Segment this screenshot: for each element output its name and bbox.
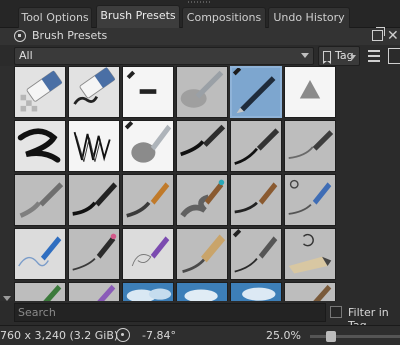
- filter-bar: All Tag: [0, 46, 400, 66]
- pen-texture-icon: [231, 121, 281, 171]
- zoom-value: 25.0%: [266, 329, 301, 342]
- scribble-icon: [69, 121, 119, 171]
- eraser-soft-icon: [69, 67, 119, 117]
- cloud-blue-icon: [177, 283, 227, 301]
- image-dimensions: 760 x 3,240 (3.2 GiB): [0, 329, 119, 342]
- preset-tile-pen-texture[interactable]: [230, 120, 282, 172]
- selected-tag-value: All: [19, 49, 33, 62]
- search-input[interactable]: Search: [14, 303, 326, 322]
- zoom-slider-handle[interactable]: [326, 331, 336, 342]
- brush-edit-icon: [231, 229, 281, 279]
- preset-tile-pencil-wood[interactable]: [176, 228, 228, 280]
- triangle-icon: [285, 67, 335, 117]
- docker-tab-bar: Tool Options Brush Presets Compositions …: [0, 4, 400, 29]
- preset-tile-brush-edit[interactable]: [230, 228, 282, 280]
- preset-tile-marker[interactable]: [14, 120, 66, 172]
- preset-tile-brush-teal[interactable]: [176, 174, 228, 226]
- preset-tile-pen-light[interactable]: [284, 120, 336, 172]
- rotation-icon[interactable]: [116, 328, 130, 342]
- pencil-pink-icon: [69, 229, 119, 279]
- brush-orange-icon: [123, 175, 173, 225]
- preset-tile-pencil-purple[interactable]: [122, 228, 174, 280]
- close-icon[interactable]: ✕: [387, 28, 399, 44]
- chevron-down-icon: [301, 53, 309, 58]
- brush-ink-icon: [231, 175, 281, 225]
- pencil-wood-icon: [177, 229, 227, 279]
- pencil-edit-icon: [123, 67, 173, 117]
- cloud-texture-icon: [123, 283, 173, 301]
- preset-tile-brush-purple[interactable]: [68, 282, 120, 301]
- preset-tile-airbrush-edit[interactable]: [122, 120, 174, 172]
- preset-tile-brush-orange[interactable]: [122, 174, 174, 226]
- tab-label: Tool Options: [21, 11, 89, 24]
- preset-tile-pencil-brown[interactable]: [284, 282, 336, 301]
- eraser-icon: [15, 67, 65, 117]
- docker-title-bar: Brush Presets ✕: [0, 27, 400, 45]
- preset-tile-eraser-soft[interactable]: [68, 66, 120, 118]
- cloud-sky-icon: [231, 283, 281, 301]
- view-options-menu-icon[interactable]: [368, 50, 380, 62]
- airbrush-edit-icon: [123, 121, 173, 171]
- left-scroll-strip: [0, 66, 14, 301]
- brush-purple-icon: [69, 283, 119, 301]
- marker-stroke-icon: [15, 121, 65, 171]
- pen-thick-icon: [177, 121, 227, 171]
- preset-tile-pencil-green[interactable]: [14, 282, 66, 301]
- status-bar: 760 x 3,240 (3.2 GiB) -7.84° 25.0%: [0, 325, 400, 345]
- bookmark-tag-icon: [323, 51, 331, 64]
- lock-icon[interactable]: [14, 30, 26, 42]
- tab-compositions[interactable]: Compositions: [182, 7, 266, 28]
- preset-tile-texture-cloud-blue[interactable]: [176, 282, 228, 301]
- preset-grid: [14, 66, 400, 301]
- preset-tile-pencil-blue[interactable]: [14, 228, 66, 280]
- tab-label: Compositions: [186, 11, 262, 24]
- search-bar: Search Filter in Tag: [0, 301, 400, 332]
- preset-tile-eraser-small[interactable]: [14, 66, 66, 118]
- pencil-flip-icon: [285, 229, 335, 279]
- pencil-purple-icon: [123, 229, 173, 279]
- preset-tile-brush-dark[interactable]: [68, 174, 120, 226]
- pencil-rotate-icon: [285, 175, 335, 225]
- float-docker-icon[interactable]: [372, 27, 385, 41]
- preset-tile-pencil-rotate[interactable]: [284, 174, 336, 226]
- brush-teal-icon: [177, 175, 227, 225]
- preset-tile-texture-cloud-sky[interactable]: [230, 282, 282, 301]
- pen-light-icon: [285, 121, 335, 171]
- search-placeholder: Search: [18, 306, 56, 319]
- tab-label: Brush Presets: [100, 9, 176, 22]
- preset-tile-basic-line[interactable]: [122, 66, 174, 118]
- preset-tile-pencil-flip[interactable]: [284, 228, 336, 280]
- brush-dark-icon: [69, 175, 119, 225]
- tag-filter-dropdown[interactable]: All: [14, 47, 314, 65]
- filter-in-tag-checkbox[interactable]: [330, 306, 342, 318]
- preset-tile-brush-ink[interactable]: [230, 174, 282, 226]
- preset-tile-shape[interactable]: [284, 66, 336, 118]
- pencil-green-icon: [15, 283, 65, 301]
- airbrush-icon: [177, 67, 227, 117]
- preset-tile-scribble[interactable]: [68, 120, 120, 172]
- pencil-brown-icon: [285, 283, 335, 301]
- chevron-down-icon: [350, 55, 356, 59]
- pencil-blue-icon: [15, 229, 65, 279]
- tab-label: Undo History: [273, 11, 345, 24]
- preset-tile-texture-cloud[interactable]: [122, 282, 174, 301]
- tab-tool-options[interactable]: Tool Options: [18, 7, 92, 28]
- rotation-value: -7.84°: [142, 329, 176, 342]
- tab-undo-history[interactable]: Undo History: [268, 7, 350, 28]
- panel-toggle-icon[interactable]: [388, 48, 400, 64]
- preset-tile-pen-thick[interactable]: [176, 120, 228, 172]
- preset-tile-pen-ink-selected[interactable]: [230, 66, 282, 118]
- tag-button[interactable]: Tag: [318, 46, 360, 66]
- tab-brush-presets[interactable]: Brush Presets: [96, 5, 180, 29]
- docker-title: Brush Presets: [32, 29, 108, 42]
- preset-tile-airbrush[interactable]: [176, 66, 228, 118]
- preset-tile-pencil-gray[interactable]: [14, 174, 66, 226]
- preset-tile-pencil-pink[interactable]: [68, 228, 120, 280]
- pen-icon: [231, 67, 281, 117]
- pencil-gray-icon: [15, 175, 65, 225]
- zoom-slider[interactable]: [310, 335, 400, 338]
